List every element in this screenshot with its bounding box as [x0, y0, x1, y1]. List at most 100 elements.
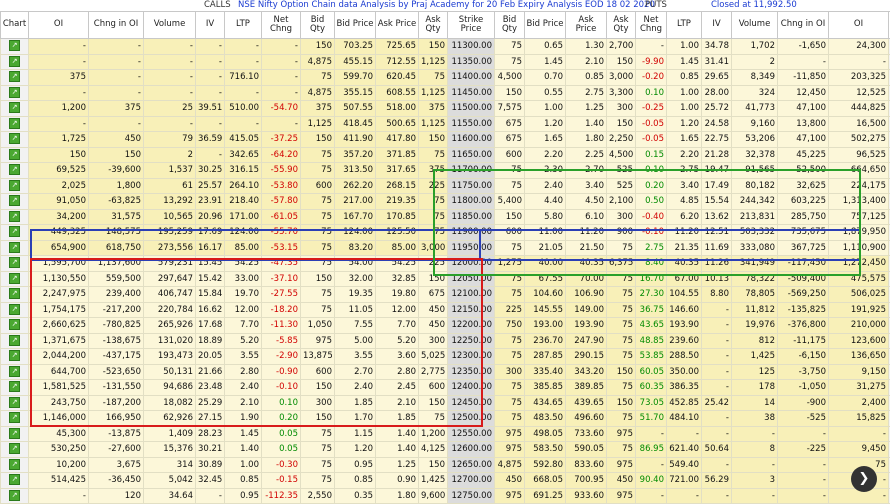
chart-cell[interactable]: ↗ — [1, 116, 29, 132]
table-cell: 39.51 — [196, 101, 225, 117]
table-cell: -509,400 — [778, 271, 829, 287]
chart-icon[interactable]: ↗ — [9, 40, 20, 51]
chart-cell[interactable]: ↗ — [1, 271, 29, 287]
chart-icon[interactable]: ↗ — [9, 412, 20, 423]
chart-cell[interactable]: ↗ — [1, 178, 29, 194]
table-cell: 4,500 — [607, 147, 636, 163]
chart-icon[interactable]: ↗ — [9, 102, 20, 113]
chart-cell[interactable]: ↗ — [1, 349, 29, 365]
chart-cell[interactable]: ↗ — [1, 54, 29, 70]
chart-cell[interactable]: ↗ — [1, 318, 29, 334]
chart-icon[interactable]: ↗ — [9, 87, 20, 98]
option-chain-table: ChartOIChng in OIVolumeIVLTPNet ChngBid … — [0, 11, 890, 504]
chart-icon[interactable]: ↗ — [9, 164, 20, 175]
table-cell: 933.60 — [566, 488, 607, 504]
chart-icon[interactable]: ↗ — [9, 335, 20, 346]
table-cell: 150 — [419, 457, 448, 473]
table-cell: 75 — [607, 380, 636, 396]
chart-icon[interactable]: ↗ — [9, 211, 20, 222]
table-cell: 3.40 — [667, 178, 702, 194]
chart-cell[interactable]: ↗ — [1, 457, 29, 473]
table-cell: 343.20 — [566, 364, 607, 380]
chart-icon[interactable]: ↗ — [9, 242, 20, 253]
chart-icon[interactable]: ↗ — [9, 118, 20, 129]
table-cell: 3.55 — [225, 349, 262, 365]
table-cell: 12.00 — [225, 302, 262, 318]
chart-icon[interactable]: ↗ — [9, 133, 20, 144]
chart-cell[interactable]: ↗ — [1, 380, 29, 396]
chart-cell[interactable]: ↗ — [1, 101, 29, 117]
table-row: ↗1501502-342.65-64.2075357.20371.8575116… — [1, 147, 890, 163]
chart-icon[interactable]: ↗ — [9, 428, 20, 439]
chart-icon[interactable]: ↗ — [9, 226, 20, 237]
table-cell: 452.85 — [667, 395, 702, 411]
table-cell: -57.80 — [262, 194, 301, 210]
table-cell: 60.35 — [636, 380, 667, 396]
chart-icon[interactable]: ↗ — [9, 288, 20, 299]
chart-cell[interactable]: ↗ — [1, 256, 29, 272]
chart-icon[interactable]: ↗ — [9, 149, 20, 160]
table-cell: -0.10 — [636, 225, 667, 241]
chart-icon[interactable]: ↗ — [9, 350, 20, 361]
table-cell: 316.15 — [225, 163, 262, 179]
chart-cell[interactable]: ↗ — [1, 70, 29, 86]
chart-icon[interactable]: ↗ — [9, 273, 20, 284]
chart-cell[interactable]: ↗ — [1, 163, 29, 179]
strike-price-cell: 12550.00 — [448, 426, 495, 442]
chart-cell[interactable]: ↗ — [1, 333, 29, 349]
table-cell: 2.10 — [566, 54, 607, 70]
chart-cell[interactable]: ↗ — [1, 240, 29, 256]
chart-cell[interactable]: ↗ — [1, 364, 29, 380]
table-cell: -525 — [778, 411, 829, 427]
chart-cell[interactable]: ↗ — [1, 395, 29, 411]
table-cell: 40.35 — [566, 256, 607, 272]
chart-cell[interactable]: ↗ — [1, 225, 29, 241]
table-cell: 975 — [495, 426, 525, 442]
chart-icon[interactable]: ↗ — [9, 474, 20, 485]
table-cell: 2 — [144, 147, 196, 163]
chart-cell[interactable]: ↗ — [1, 194, 29, 210]
table-cell: 450 — [495, 473, 525, 489]
chart-cell[interactable]: ↗ — [1, 209, 29, 225]
chart-icon[interactable]: ↗ — [9, 443, 20, 454]
table-cell: 341,949 — [732, 256, 778, 272]
table-cell: - — [702, 364, 732, 380]
chart-cell[interactable]: ↗ — [1, 426, 29, 442]
table-cell: 225 — [419, 178, 448, 194]
chart-cell[interactable]: ↗ — [1, 147, 29, 163]
chart-cell[interactable]: ↗ — [1, 473, 29, 489]
chart-icon[interactable]: ↗ — [9, 56, 20, 67]
table-cell: 0.85 — [566, 70, 607, 86]
chart-cell[interactable]: ↗ — [1, 411, 29, 427]
chart-cell[interactable]: ↗ — [1, 287, 29, 303]
table-cell: 1.65 — [525, 132, 566, 148]
chart-cell[interactable]: ↗ — [1, 442, 29, 458]
chart-cell[interactable]: ↗ — [1, 39, 29, 55]
table-cell: - — [262, 85, 301, 101]
chart-cell[interactable]: ↗ — [1, 85, 29, 101]
table-cell: - — [262, 39, 301, 55]
chart-icon[interactable]: ↗ — [9, 319, 20, 330]
chart-icon[interactable]: ↗ — [9, 257, 20, 268]
chart-icon[interactable]: ↗ — [9, 459, 20, 470]
chart-icon[interactable]: ↗ — [9, 195, 20, 206]
chart-icon[interactable]: ↗ — [9, 381, 20, 392]
chart-cell[interactable]: ↗ — [1, 132, 29, 148]
chart-icon[interactable]: ↗ — [9, 304, 20, 315]
table-cell: 725.65 — [376, 39, 419, 55]
table-cell: 13,292 — [144, 194, 196, 210]
table-cell: 1.80 — [376, 488, 419, 504]
chart-cell[interactable]: ↗ — [1, 488, 29, 504]
table-cell: 11.26 — [702, 256, 732, 272]
table-cell: 1.40 — [376, 426, 419, 442]
table-cell: 4,875 — [495, 457, 525, 473]
chart-icon[interactable]: ↗ — [9, 366, 20, 377]
table-cell: 150 — [301, 271, 335, 287]
next-slide-button[interactable]: ❯ — [851, 466, 877, 492]
chart-cell[interactable]: ↗ — [1, 302, 29, 318]
chart-icon[interactable]: ↗ — [9, 71, 20, 82]
chart-icon[interactable]: ↗ — [9, 180, 20, 191]
chart-icon[interactable]: ↗ — [9, 397, 20, 408]
table-cell: 500.65 — [376, 116, 419, 132]
chart-icon[interactable]: ↗ — [9, 490, 20, 501]
